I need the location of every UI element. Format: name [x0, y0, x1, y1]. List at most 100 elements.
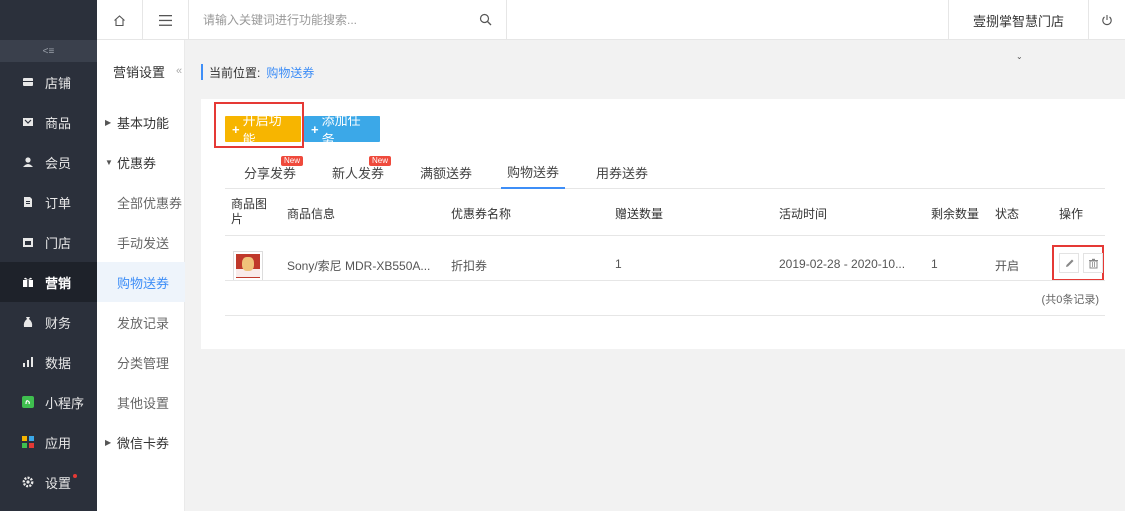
header-text: 片	[231, 212, 244, 226]
caret-down-icon: ⌄	[1016, 52, 1023, 61]
goods-icon	[22, 116, 34, 128]
sidebar-item-finance[interactable]: 财务	[0, 302, 97, 342]
sub-item-other-settings[interactable]: 其他设置	[97, 382, 185, 422]
trash-icon	[1088, 258, 1098, 268]
power-icon	[1102, 15, 1112, 26]
sub-item-label: 基本功能	[117, 115, 170, 131]
sidebar-item-miniprogram[interactable]: 小程序	[0, 382, 97, 422]
sidebar-item-data[interactable]: 数据	[0, 342, 97, 382]
sidebar-item-label: 小程序	[45, 395, 85, 411]
sidebar-item-marketing[interactable]: 营销	[0, 262, 97, 302]
apps-icon	[22, 436, 34, 448]
gift-count: 1	[615, 257, 622, 271]
header-text: 商品图	[231, 197, 268, 211]
sidebar-item-member[interactable]: 会员	[0, 142, 97, 182]
plus-icon: +	[311, 121, 319, 137]
home-icon	[114, 14, 125, 26]
sidebar-item-label: 店铺	[45, 75, 72, 91]
sidebar-item-label: 应用	[45, 435, 72, 451]
caret-right-icon: ▶	[105, 437, 112, 447]
gear-icon	[22, 476, 34, 488]
sidebar-item-label: 财务	[45, 315, 72, 331]
product-info[interactable]: Sony/索尼 MDR-XB550A...	[287, 257, 430, 274]
main-sidebar: <≡ 店铺 商品 会员 订单 门店 营销 财务 数据 小程序 应用 设置	[0, 0, 97, 511]
sub-item-manual-send[interactable]: 手动发送	[97, 222, 185, 262]
activity-time: 2019-02-28 - 2020-10...	[779, 257, 906, 271]
column-header-image: 商品图 片	[231, 197, 267, 227]
sidebar-collapse-toggle[interactable]: <≡	[0, 40, 97, 62]
sub-item-basic-functions[interactable]: ▶ 基本功能	[97, 102, 185, 142]
sub-item-shopping-gift-coupon[interactable]: 购物送券	[97, 262, 185, 302]
product-image-fill	[242, 257, 254, 271]
fold-sidebar-button[interactable]: «	[174, 62, 184, 80]
enable-function-button[interactable]: + 开启功能	[225, 113, 301, 147]
delete-button[interactable]	[1083, 253, 1103, 273]
status-text: 开启	[995, 259, 1020, 273]
secondary-sidebar: 营销设置 « ▶ 基本功能 ▼ 优惠券 全部优惠券 手动发送 购物送券 发放记录…	[97, 40, 185, 511]
edit-button[interactable]	[1059, 253, 1079, 273]
column-header-gift-count: 赠送数量	[615, 207, 664, 221]
coupon-tabs: 分享发券 New 新人发券 New 满额送券 购物送券 用券送券	[225, 156, 1105, 189]
column-header-info: 商品信息	[287, 207, 336, 221]
sidebar-item-label: 数据	[45, 355, 72, 371]
tab-full-amount-coupon[interactable]: 满额送券	[411, 156, 481, 189]
sidebar-item-label: 设置	[45, 475, 72, 491]
sidebar-item-order[interactable]: 订单	[0, 182, 97, 222]
breadcrumb-prefix: 当前位置:	[209, 65, 261, 80]
button-label: 添加任务	[321, 113, 361, 147]
sub-item-issue-records[interactable]: 发放记录	[97, 302, 185, 342]
caret-right-icon: ▶	[105, 117, 112, 127]
record-count: (共0条记录)	[1041, 294, 1099, 306]
double-chevron-left-icon: «	[175, 65, 183, 77]
sub-item-all-coupons[interactable]: 全部优惠券	[97, 182, 185, 222]
product-image[interactable]	[233, 251, 263, 281]
search-box	[189, 0, 507, 40]
sub-item-coupons[interactable]: ▼ 优惠券	[97, 142, 185, 182]
button-label: 开启功能	[242, 113, 282, 147]
sidebar-item-apps[interactable]: 应用	[0, 422, 97, 462]
home-button[interactable]	[97, 0, 143, 40]
store-icon	[22, 76, 34, 88]
logout-button[interactable]	[1088, 0, 1125, 40]
sub-item-wechat-cards[interactable]: ▶ 微信卡券	[97, 422, 185, 462]
store-name[interactable]: 壹捌掌智慧门店	[948, 0, 1088, 40]
secondary-sidebar-title: 营销设置	[113, 64, 166, 80]
breadcrumb: 当前位置: 购物送券	[201, 64, 314, 80]
divider	[225, 235, 1105, 236]
sub-item-category-management[interactable]: 分类管理	[97, 342, 185, 382]
divider	[225, 280, 1105, 281]
new-badge: New	[369, 156, 392, 166]
divider	[225, 315, 1105, 316]
plus-icon: +	[232, 121, 240, 137]
column-header-ops: 操作	[1059, 207, 1084, 221]
column-header-remaining: 剩余数量	[931, 207, 980, 221]
tab-shopping-gift-coupon[interactable]: 购物送券	[501, 156, 565, 189]
column-header-time: 活动时间	[779, 207, 828, 221]
order-icon	[22, 196, 34, 208]
remaining-count: 1	[931, 257, 938, 271]
search-icon[interactable]	[479, 13, 492, 26]
caret-down-icon: ▼	[105, 157, 113, 167]
tab-use-coupon-gift[interactable]: 用券送券	[587, 156, 657, 189]
search-input[interactable]	[203, 13, 473, 27]
sidebar-item-shop[interactable]: 门店	[0, 222, 97, 262]
bar-chart-icon	[22, 356, 34, 368]
sidebar-item-label: 营销	[45, 275, 72, 291]
breadcrumb-current[interactable]: 购物送券	[266, 64, 314, 81]
coupon-name: 折扣券	[451, 259, 488, 273]
new-badge: New	[281, 156, 304, 166]
sidebar-item-label: 门店	[45, 235, 72, 251]
sidebar-item-label: 订单	[45, 195, 72, 211]
add-task-button[interactable]: + 添加任务	[304, 113, 380, 147]
miniprogram-icon	[22, 396, 34, 408]
menu-toggle-button[interactable]	[143, 0, 189, 40]
sub-item-label: 优惠券	[117, 155, 157, 171]
content-panel: + 开启功能 + 添加任务 分享发券 New 新人发券 New 满额送券 购物送…	[201, 99, 1125, 349]
top-bar: 壹捌掌智慧门店	[97, 0, 1125, 40]
sidebar-item-goods[interactable]: 商品	[0, 102, 97, 142]
sidebar-item-store[interactable]: 店铺	[0, 62, 97, 102]
hamburger-icon	[159, 14, 172, 26]
pencil-icon	[1065, 259, 1073, 267]
money-bag-icon	[22, 316, 34, 328]
sidebar-item-settings[interactable]: 设置	[0, 462, 97, 502]
